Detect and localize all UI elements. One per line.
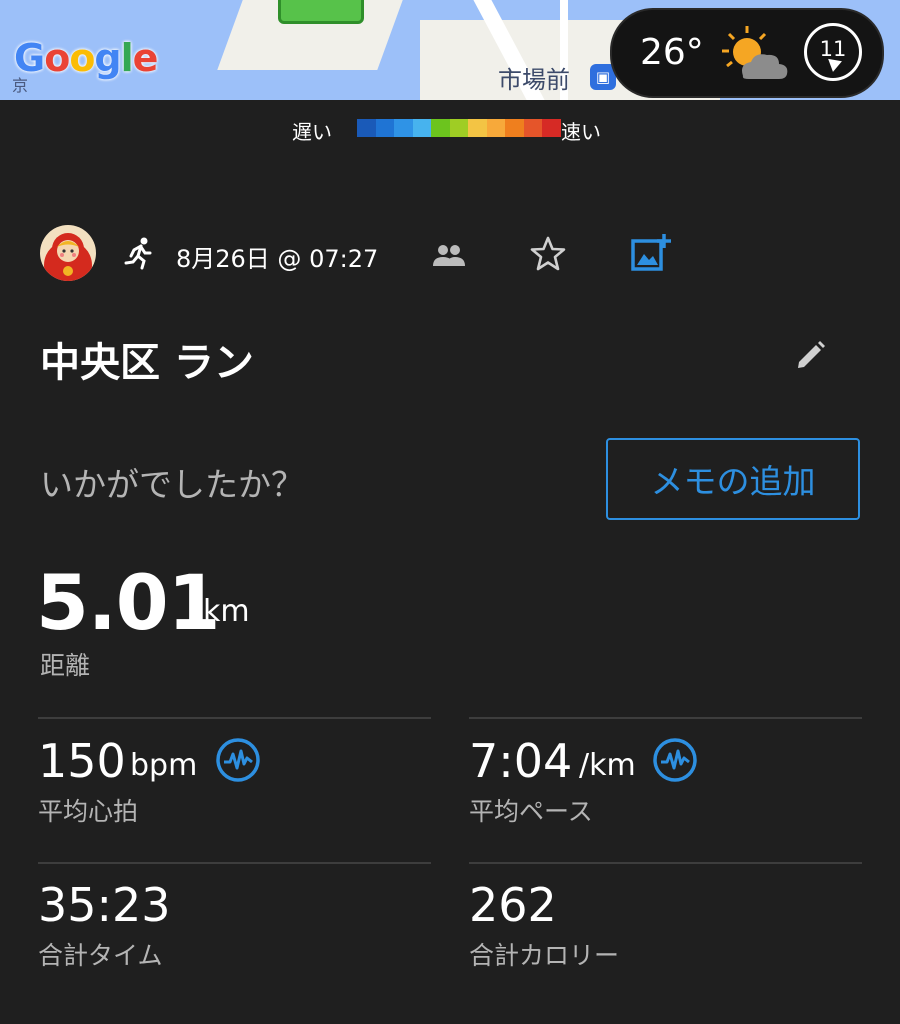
pace-label: 平均ペース (469, 797, 593, 826)
wind-direction-icon (826, 58, 842, 74)
distance-value: 5.01 (36, 558, 221, 647)
user-avatar[interactable] (40, 225, 96, 281)
station-label: 市場前 (498, 66, 570, 94)
heart-rate-label: 平均心拍 (38, 797, 139, 826)
activity-date: 8月26日 @ 07:27 (176, 245, 379, 273)
heart-rate-unit: bpm (130, 748, 198, 783)
wind-indicator: 11 (804, 23, 862, 81)
star-icon[interactable] (528, 234, 568, 274)
divider (38, 717, 431, 719)
route-map[interactable]: Google 京 市場前 ▣ 26° 11 (0, 0, 900, 100)
legend-color-swatch (375, 119, 394, 137)
pencil-icon[interactable] (792, 338, 828, 374)
calories-value: 262 (469, 878, 557, 932)
legend-color-swatch (412, 119, 431, 137)
map-route-area (278, 0, 364, 24)
wind-speed: 11 (819, 37, 847, 61)
running-icon (124, 237, 152, 270)
pace-value: 7:04 (469, 734, 573, 788)
legend-color-swatch (357, 119, 376, 137)
heart-rate-chart-icon[interactable] (215, 737, 261, 783)
pace-unit: /km (579, 748, 636, 783)
divider (38, 862, 431, 864)
legend-color-swatch (468, 119, 487, 137)
map-side-label: 京 (12, 76, 29, 95)
legend-fast-label: 速い (561, 120, 601, 144)
calories-label: 合計カロリー (469, 941, 620, 970)
add-photo-icon[interactable] (630, 232, 674, 272)
legend-color-swatch (449, 119, 468, 137)
legend-color-swatch (542, 119, 561, 137)
distance-unit: km (203, 594, 250, 629)
add-memo-button[interactable]: メモの追加 (606, 438, 860, 520)
legend-color-swatch (505, 119, 524, 137)
heart-rate-value: 150 (38, 734, 126, 788)
legend-color-bar (357, 119, 561, 137)
feedback-prompt: いかがでしたか？ (40, 465, 304, 504)
temperature: 26° (640, 32, 704, 73)
partly-cloudy-sun-icon (722, 26, 788, 79)
activity-title: 中央区 ラン (40, 340, 254, 386)
legend-color-swatch (486, 119, 505, 137)
divider (469, 862, 862, 864)
weather-widget[interactable]: 26° 11 (610, 8, 884, 98)
legend-color-swatch (431, 119, 450, 137)
distance-label: 距離 (40, 651, 91, 680)
people-icon[interactable] (432, 242, 466, 268)
total-time-label: 合計タイム (38, 941, 163, 970)
total-time-value: 35:23 (38, 878, 171, 932)
pace-chart-icon[interactable] (652, 737, 698, 783)
divider (469, 717, 862, 719)
legend-color-swatch (523, 119, 542, 137)
google-logo: Google (14, 36, 158, 80)
legend-slow-label: 遅い (292, 120, 332, 144)
legend-color-swatch (394, 119, 413, 137)
